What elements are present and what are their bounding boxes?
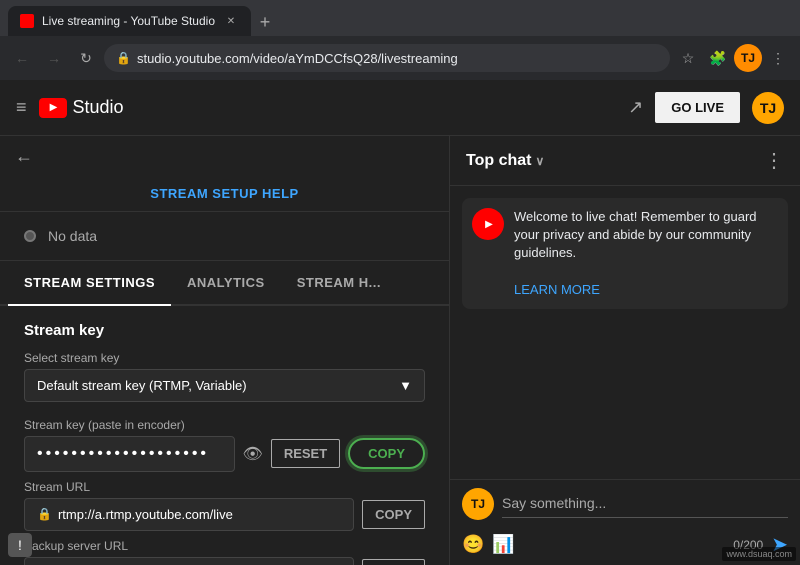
chat-dropdown-icon[interactable]: ∨ xyxy=(535,154,544,168)
stream-setup-bar: STREAM SETUP HELP xyxy=(0,177,449,212)
url-text: studio.youtube.com/video/aYmDCCfsQ28/liv… xyxy=(137,51,658,66)
new-tab-button[interactable]: + xyxy=(251,8,279,36)
chat-welcome-message: Welcome to live chat! Remember to guard … xyxy=(462,198,788,309)
hamburger-menu[interactable]: ≡ xyxy=(16,97,27,118)
chat-header: Top chat ∨ ⋮ xyxy=(450,136,800,186)
stream-url-label: Stream URL xyxy=(24,480,425,494)
tab-stream-health[interactable]: STREAM H... xyxy=(281,261,397,306)
copy-stream-key-button[interactable]: COPY xyxy=(348,438,425,469)
select-stream-key-label: Select stream key xyxy=(24,351,425,365)
share-button[interactable]: ↗ xyxy=(628,97,643,118)
no-data-text: No data xyxy=(48,228,97,244)
tab-favicon xyxy=(20,14,34,28)
watermark: www.dsuaq.com xyxy=(722,547,796,561)
header-right: ↗ GO LIVE TJ xyxy=(628,92,784,124)
chat-yt-icon xyxy=(472,208,504,240)
address-bar[interactable]: 🔒 studio.youtube.com/video/aYmDCCfsQ28/l… xyxy=(104,44,670,72)
chat-title: Top chat xyxy=(466,152,531,170)
chart-button[interactable]: 📊 xyxy=(492,534,514,555)
reset-button[interactable]: RESET xyxy=(271,439,340,468)
chat-message-text: Welcome to live chat! Remember to guard … xyxy=(514,208,778,263)
copy-backup-url-button[interactable]: COPY xyxy=(362,559,425,565)
tab-close-btn[interactable]: ✕ xyxy=(223,13,239,29)
tab-title: Live streaming - YouTube Studio xyxy=(42,14,215,28)
backup-url-input: 🔒 rtmp://b.rtmp.youtube.com/live xyxy=(24,557,354,565)
refresh-button[interactable]: ↻ xyxy=(72,44,100,72)
no-data-section: No data xyxy=(0,212,449,261)
user-avatar-button[interactable]: TJ xyxy=(752,92,784,124)
chat-learn-more-link[interactable]: LEARN MORE xyxy=(514,282,600,297)
toggle-visibility-icon[interactable]: 👁 xyxy=(243,444,263,464)
yt-studio-header: ≡ Studio ↗ GO LIVE TJ xyxy=(0,80,800,136)
stream-key-input[interactable]: •••••••••••••••••••• xyxy=(24,436,235,472)
stream-setup-link[interactable]: STREAM SETUP HELP xyxy=(150,186,298,201)
url-section: Stream URL 🔒 rtmp://a.rtmp.youtube.com/l… xyxy=(24,480,425,565)
lock-icon: 🔒 xyxy=(116,51,131,65)
back-navigation-button[interactable]: ← xyxy=(8,144,40,169)
browser-menu-button[interactable]: ⋮ xyxy=(764,44,792,72)
back-button[interactable]: ← xyxy=(8,44,36,72)
go-live-button[interactable]: GO LIVE xyxy=(655,92,740,123)
select-dropdown-icon: ▼ xyxy=(399,378,412,393)
chat-user-avatar: TJ xyxy=(462,488,494,520)
copy-url-button[interactable]: COPY xyxy=(362,500,425,529)
chat-header-left: Top chat ∨ xyxy=(466,152,544,170)
studio-text: Studio xyxy=(73,97,124,118)
no-data-indicator xyxy=(24,230,36,242)
stream-key-section: Stream key Select stream key Default str… xyxy=(0,306,449,565)
bookmark-button[interactable]: ☆ xyxy=(674,44,702,72)
backup-url-row: 🔒 rtmp://b.rtmp.youtube.com/live COPY xyxy=(24,557,425,565)
tabs-bar: STREAM SETTINGS ANALYTICS STREAM H... xyxy=(0,261,449,306)
stream-key-select[interactable]: Default stream key (RTMP, Variable) ▼ xyxy=(24,369,425,402)
stream-url-value: rtmp://a.rtmp.youtube.com/live xyxy=(58,507,233,522)
browser-avatar[interactable]: TJ xyxy=(734,44,762,72)
left-panel: ← STREAM SETUP HELP No data STREAM SETTI… xyxy=(0,136,450,565)
youtube-logo-icon xyxy=(39,98,67,118)
stream-key-select-value: Default stream key (RTMP, Variable) xyxy=(37,378,247,393)
chat-message-content: Welcome to live chat! Remember to guard … xyxy=(514,208,778,299)
chat-placeholder-text: Say something... xyxy=(502,495,606,511)
backup-url-label: Backup server URL xyxy=(24,539,425,553)
forward-button[interactable]: → xyxy=(40,44,68,72)
chat-input-user-row: TJ Say something... xyxy=(450,479,800,528)
chat-input-wrapper: Say something... xyxy=(502,491,788,518)
chat-messages: Welcome to live chat! Remember to guard … xyxy=(450,186,800,479)
stream-key-label: Stream key (paste in encoder) xyxy=(24,418,425,432)
right-panel: Top chat ∨ ⋮ Welcome to live chat! Remem… xyxy=(450,136,800,565)
browser-tab[interactable]: Live streaming - YouTube Studio ✕ xyxy=(8,6,251,36)
url-lock-icon: 🔒 xyxy=(37,507,52,521)
yt-logo: Studio xyxy=(39,97,124,118)
warning-icon[interactable]: ! xyxy=(8,533,32,557)
chat-toolbar: 😊 📊 xyxy=(462,534,515,555)
extensions-button[interactable]: 🧩 xyxy=(704,44,732,72)
stream-key-row: •••••••••••••••••••• 👁 RESET COPY xyxy=(24,436,425,472)
stream-key-title: Stream key xyxy=(24,322,425,339)
stream-url-row: 🔒 rtmp://a.rtmp.youtube.com/live COPY xyxy=(24,498,425,531)
stream-url-input: 🔒 rtmp://a.rtmp.youtube.com/live xyxy=(24,498,354,531)
chat-menu-button[interactable]: ⋮ xyxy=(764,148,784,173)
tab-analytics[interactable]: ANALYTICS xyxy=(171,261,281,306)
tab-stream-settings[interactable]: STREAM SETTINGS xyxy=(8,261,171,306)
emoji-button[interactable]: 😊 xyxy=(462,534,484,555)
